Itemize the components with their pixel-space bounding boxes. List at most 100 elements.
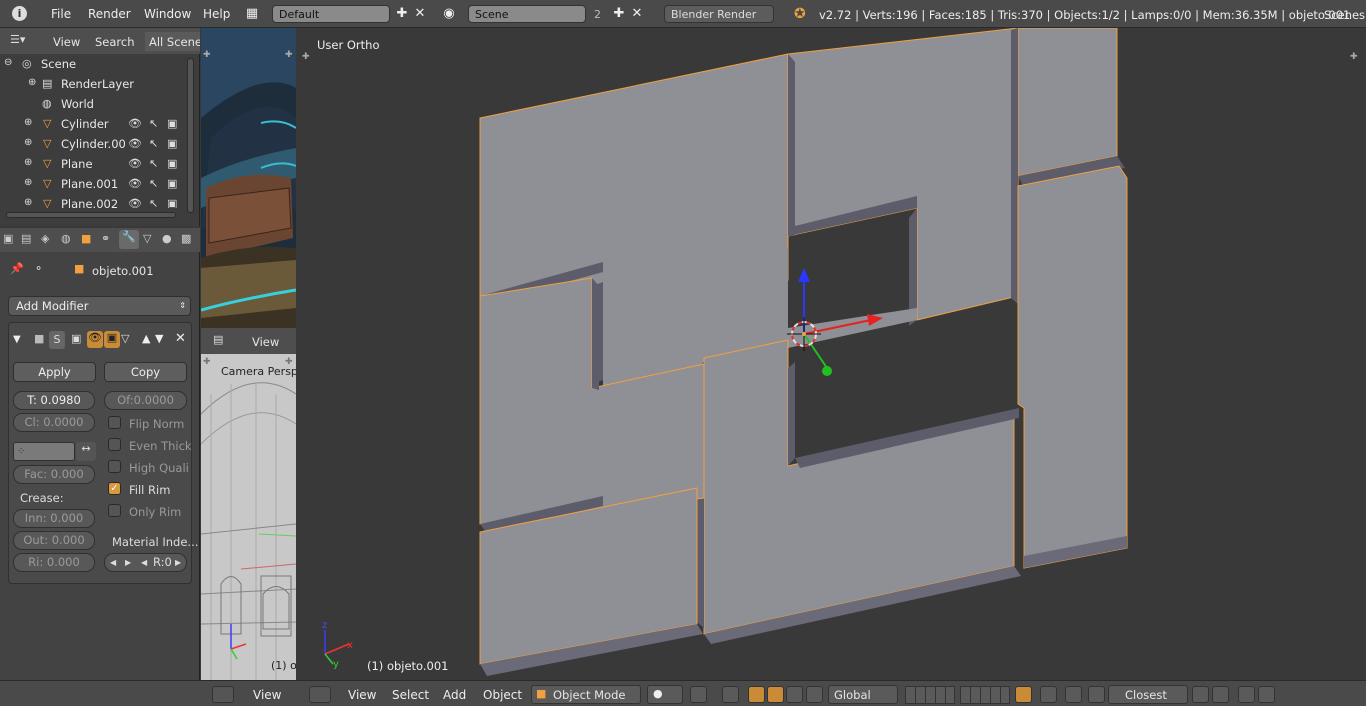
constraints-tab-icon[interactable]: ⚭ xyxy=(101,232,110,245)
outliner-item-world[interactable]: ◍ World xyxy=(0,94,186,114)
move-manipulator-icon[interactable] xyxy=(767,686,784,703)
menu-object[interactable]: Object xyxy=(483,688,522,702)
high-quality-checkbox[interactable] xyxy=(108,460,121,473)
opengl-render-icon[interactable] xyxy=(1212,686,1229,703)
offset-field[interactable]: Of:0.0000 xyxy=(104,391,187,410)
thickness-field[interactable]: T: 0.0980 xyxy=(13,391,95,410)
camera-view-panel[interactable]: Camera Persp (1) ol ✚ ✚ xyxy=(201,354,296,680)
snap-target-select[interactable]: Closest xyxy=(1108,685,1188,704)
corner-plus-icon[interactable]: ✚ xyxy=(203,357,211,367)
image-view-menu[interactable]: View xyxy=(252,335,279,349)
render-camera-icon[interactable]: ▣ xyxy=(167,137,177,150)
crease-inner-field[interactable]: Inn: 0.000 xyxy=(13,509,95,528)
remove-modifier-icon[interactable]: ✕ xyxy=(175,331,186,346)
editmode-toggle-icon[interactable]: ▣ xyxy=(104,331,120,348)
menu-file[interactable]: File xyxy=(51,7,71,21)
corner-plus-icon[interactable]: ✚ xyxy=(203,50,211,60)
menu-help[interactable]: Help xyxy=(203,7,230,21)
scene-icon[interactable]: ◉ xyxy=(441,6,457,22)
3d-viewport[interactable]: User Ortho ✚ ✚ z x y (1) objeto.001 xyxy=(297,28,1366,680)
visibility-eye-icon[interactable]: 👁 xyxy=(128,197,142,208)
translate-manipulator-icon[interactable] xyxy=(748,686,765,703)
visibility-eye-icon[interactable]: 👁 xyxy=(128,137,142,150)
vertex-group-field[interactable]: ⁘ xyxy=(13,442,75,461)
increment-arrow-icon[interactable]: ▶ xyxy=(175,554,181,571)
copy-button[interactable]: Copy xyxy=(104,362,187,382)
view-select-icon[interactable] xyxy=(690,686,707,703)
menu-window[interactable]: Window xyxy=(144,7,191,21)
outliner-item-plane[interactable]: ⊕ ▽ Plane 👁 ↖ ▣ xyxy=(0,154,186,174)
rim-material-field[interactable]: ◀ ▶ ◀ R:0 ▶ xyxy=(104,553,187,572)
outliner-tab-view[interactable]: View xyxy=(53,35,80,49)
render-camera-icon[interactable]: ▣ xyxy=(167,157,177,170)
zoom-border-icon[interactable] xyxy=(722,686,739,703)
even-thickness-checkbox[interactable] xyxy=(108,438,121,451)
shading-select[interactable]: ● xyxy=(647,685,683,704)
crease-rim-field[interactable]: Ri: 0.000 xyxy=(13,553,95,572)
outliner-item-cylinder-001[interactable]: ⊕ ▽ Cylinder.001 👁 ↖ ▣ xyxy=(0,134,186,154)
pin-icon[interactable]: 📌 xyxy=(10,262,24,275)
outliner-all-scenes[interactable]: All Scenes xyxy=(145,32,200,51)
select-cursor-icon[interactable]: ↖ xyxy=(149,137,158,150)
outliner-tab-search[interactable]: Search xyxy=(95,35,135,49)
crease-outer-field[interactable]: Out: 0.000 xyxy=(13,531,95,550)
object-tab-icon[interactable]: ■ xyxy=(81,232,91,245)
clapboard-icon[interactable] xyxy=(1258,686,1275,703)
remove-layout-icon[interactable]: ✕ xyxy=(412,6,428,22)
mode-select[interactable]: ■ Object Mode xyxy=(531,685,641,704)
screen-layout-icon[interactable]: ▦ xyxy=(244,6,260,22)
lock-layers-icon[interactable] xyxy=(1015,686,1032,703)
decrement-arrow-icon[interactable]: ◀ xyxy=(110,554,116,571)
modifiers-tab-icon[interactable]: 🔧 xyxy=(119,230,139,249)
snap-element-icon[interactable] xyxy=(1088,686,1105,703)
scale-manipulator-icon[interactable] xyxy=(806,686,823,703)
outliner-editor-icon[interactable]: ☰▾ xyxy=(10,33,32,49)
cage-toggle-icon[interactable]: ▽ xyxy=(121,332,129,345)
menu-view[interactable]: View xyxy=(348,688,376,702)
render-camera-icon[interactable]: ▣ xyxy=(167,177,177,190)
corner-plus-icon[interactable]: ✚ xyxy=(285,357,293,367)
proportional-edit-icon[interactable] xyxy=(1040,686,1057,703)
bottom-image-view-menu[interactable]: View xyxy=(253,688,281,702)
only-rim-checkbox[interactable] xyxy=(108,504,121,517)
flip-normals-checkbox[interactable] xyxy=(108,416,121,429)
increment-arrow-icon[interactable]: ▶ xyxy=(125,554,131,571)
scene-tab-icon[interactable]: ◈ xyxy=(41,232,49,245)
renderlayers-tab-icon[interactable]: ▤ xyxy=(21,232,31,245)
render-toggle-icon[interactable]: ▣ xyxy=(71,332,81,345)
visibility-eye-icon[interactable]: 👁 xyxy=(128,157,142,170)
outliner-vertical-scrollbar[interactable] xyxy=(187,58,194,213)
apply-button[interactable]: Apply xyxy=(13,362,96,382)
clamp-field[interactable]: Cl: 0.0000 xyxy=(13,413,95,432)
image-editor-menu-icon[interactable] xyxy=(212,686,234,703)
opengl-render-animation-icon[interactable] xyxy=(1238,686,1255,703)
modifier-name-field[interactable]: S xyxy=(49,331,65,349)
info-icon[interactable]: i xyxy=(12,6,27,21)
data-tab-icon[interactable]: ▽ xyxy=(143,232,151,245)
add-modifier-dropdown[interactable]: Add Modifier ⇕ xyxy=(8,296,191,316)
render-engine-select[interactable]: Blender Render xyxy=(664,5,774,23)
remove-scene-icon[interactable]: ✕ xyxy=(629,6,645,22)
render-camera-icon[interactable]: ▣ xyxy=(167,197,177,208)
layers-grid-2[interactable] xyxy=(960,686,1010,704)
image-editor-type-icon[interactable]: ▤ xyxy=(213,333,223,346)
select-cursor-icon[interactable]: ↖ xyxy=(149,197,158,208)
snap-icon[interactable] xyxy=(1065,686,1082,703)
factor-field[interactable]: Fac: 0.000 xyxy=(13,465,95,484)
move-down-icon[interactable]: ▼ xyxy=(155,332,163,345)
screen-layout-field[interactable]: Default xyxy=(272,5,390,23)
visibility-eye-icon[interactable]: 👁 xyxy=(128,177,142,190)
viewport-toggle-icon[interactable]: 👁 xyxy=(87,331,103,348)
add-scene-icon[interactable]: ✚ xyxy=(611,6,627,22)
world-tab-icon[interactable]: ◍ xyxy=(61,232,71,245)
menu-render[interactable]: Render xyxy=(88,7,131,21)
texture-tab-icon[interactable]: ▩ xyxy=(181,232,191,245)
fill-rim-checkbox[interactable]: ✓ xyxy=(108,482,121,495)
decrement-arrow-icon[interactable]: ◀ xyxy=(141,554,147,571)
menu-add[interactable]: Add xyxy=(443,688,466,702)
outliner-item-scene[interactable]: ⊖ ◎ Scene xyxy=(0,54,186,74)
move-up-icon[interactable]: ▲ xyxy=(142,332,150,345)
render-camera-icon[interactable]: ▣ xyxy=(167,117,177,130)
image-editor-preview[interactable]: ✚ ✚ xyxy=(201,28,296,328)
select-cursor-icon[interactable]: ↖ xyxy=(149,117,158,130)
